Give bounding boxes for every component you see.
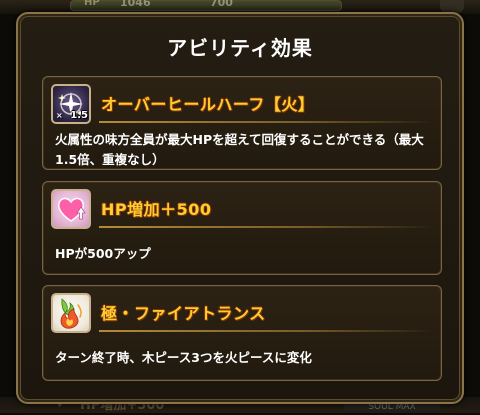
title-divider — [99, 121, 435, 123]
background-hp-value: 1046 — [120, 0, 151, 9]
icon-badge-prefix: × — [56, 111, 63, 120]
title-divider — [99, 226, 435, 228]
heart-up-icon — [51, 189, 91, 229]
ability-card-hp-boost: HP増加＋500 HPが500アップ — [42, 181, 442, 275]
background-hp-label: HP — [84, 0, 100, 8]
ability-title: 極・ファイアトランス — [101, 304, 266, 323]
fire-transform-icon — [51, 293, 91, 333]
title-divider — [99, 330, 435, 332]
background-atk-value: 700 — [210, 0, 233, 9]
ability-description: HPが500アップ — [55, 246, 151, 261]
ability-card-fire-trance: 極・ファイアトランス ターン終了時、木ピース3つを火ピースに変化 — [42, 285, 442, 381]
ability-title: オーバーヒールハーフ【火】 — [101, 95, 315, 114]
dialog-title: アビリティ効果 — [167, 36, 313, 60]
background-hp-bar — [70, 0, 342, 11]
ability-effect-dialog[interactable]: アビリティ効果 × 1.5 オーバーヒールハーフ【火】 火属性の味方全員が最大H… — [16, 12, 464, 404]
star-sparkle-icon: × 1.5 — [51, 84, 91, 124]
ability-title: HP増加＋500 — [101, 200, 212, 219]
ability-card-overheal: × 1.5 オーバーヒールハーフ【火】 火属性の味方全員が最大HPを超えて回復す… — [42, 76, 442, 170]
ability-description: 火属性の味方全員が最大HPを超えて回復することができる（最大1.5倍、重複なし） — [55, 132, 424, 167]
ability-description: ターン終了時、木ピース3つを火ピースに変化 — [55, 350, 312, 365]
icon-badge-value: 1.5 — [70, 110, 88, 121]
